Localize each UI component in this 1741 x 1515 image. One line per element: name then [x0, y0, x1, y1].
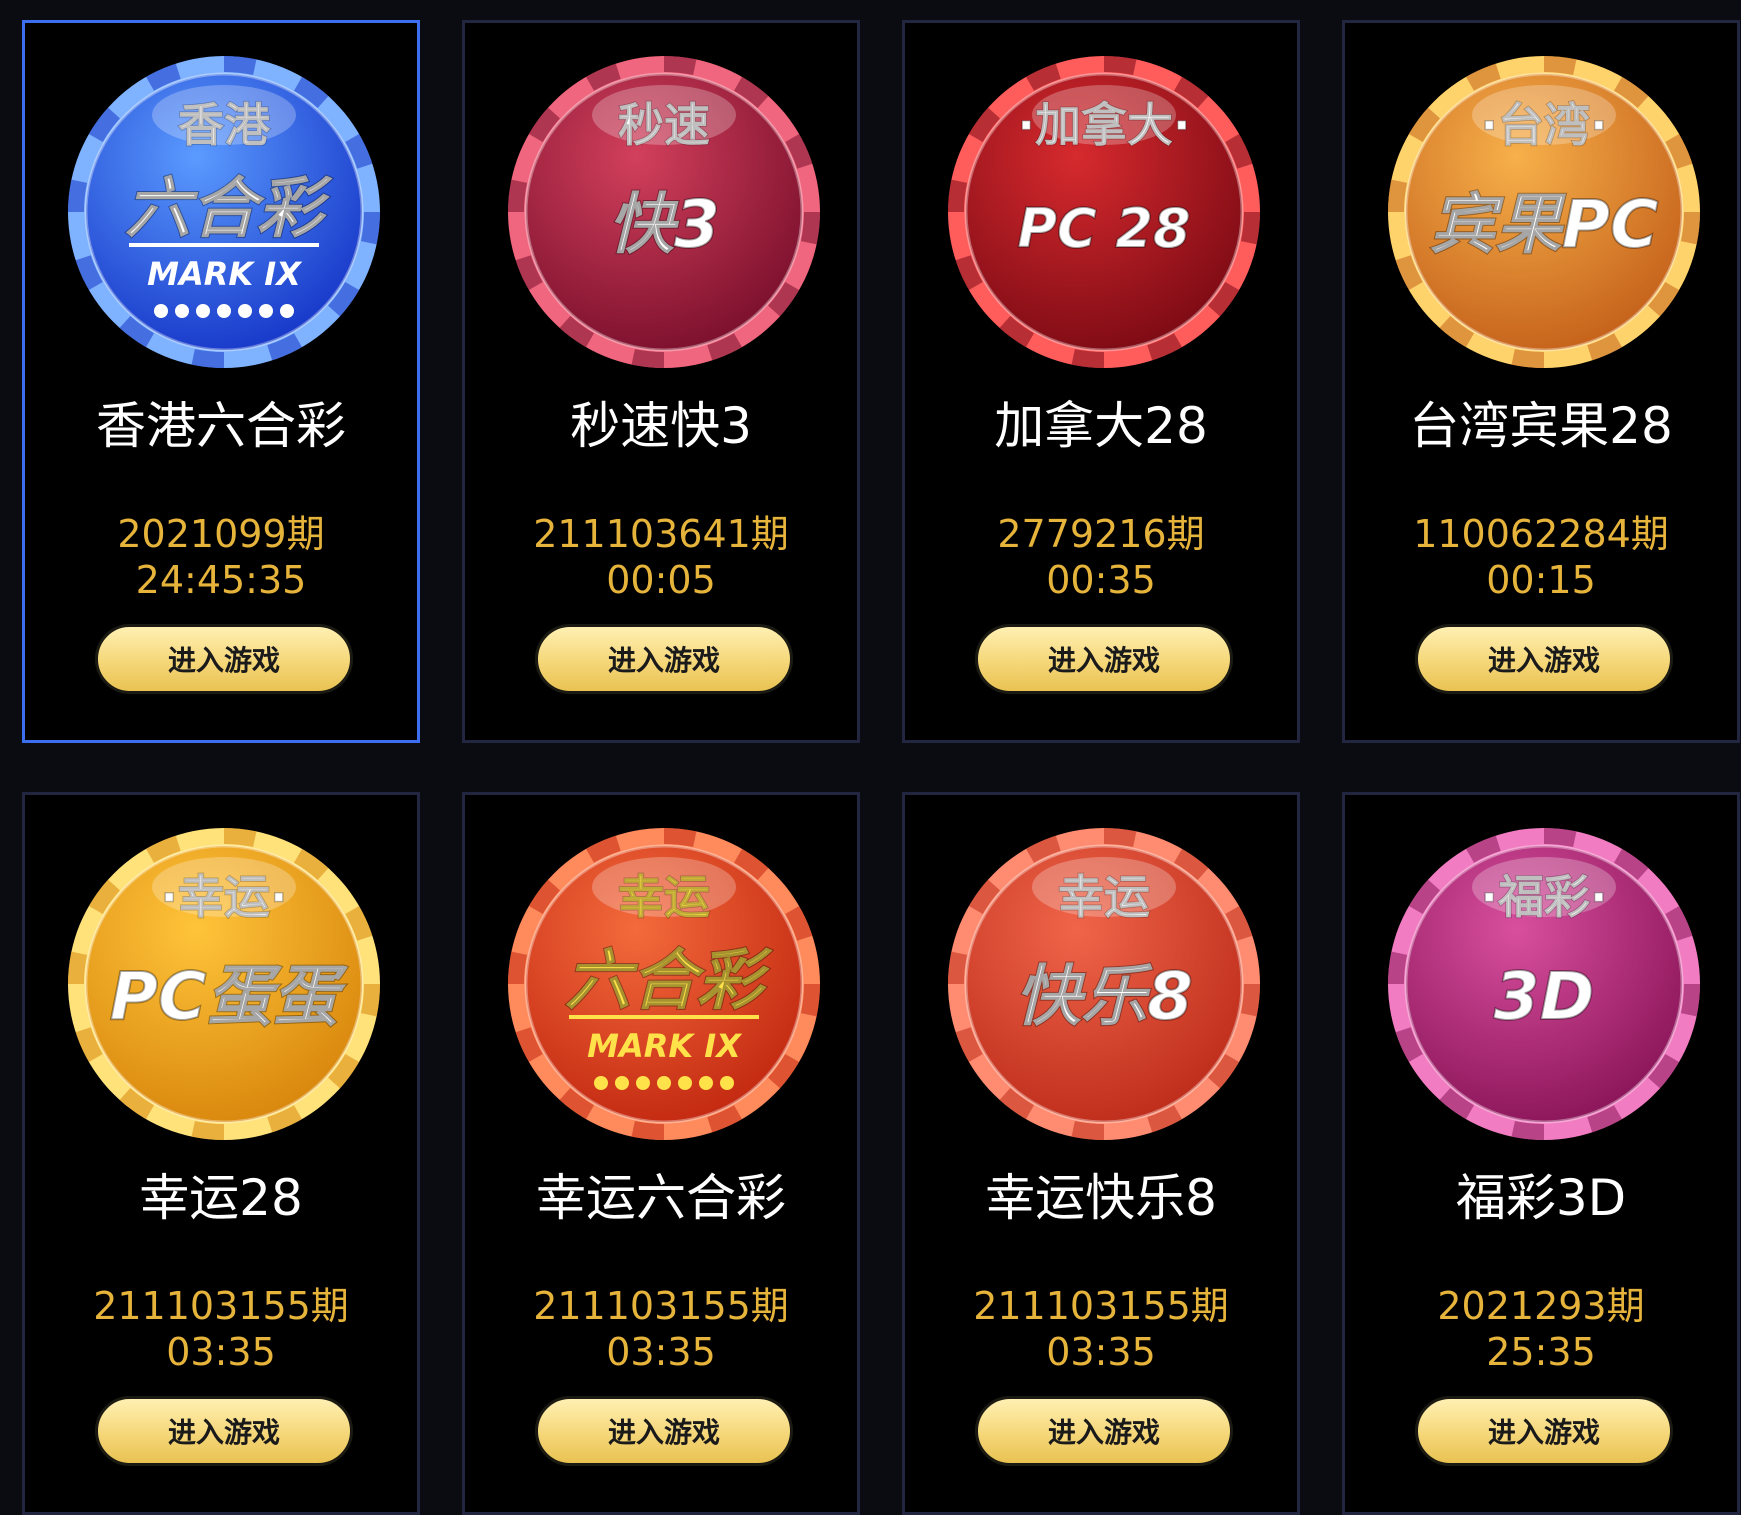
game-card[interactable]: ·加拿大· PC 28 加拿大28 2779216期 00:35 进入游戏	[902, 20, 1300, 743]
game-name: 秒速快3	[570, 397, 752, 455]
game-card[interactable]: ·福彩· 3D 福彩3D 2021293期 25:35 进入游戏	[1342, 792, 1740, 1515]
svg-text:秒速: 秒速	[618, 98, 710, 152]
canada-pc28-icon: ·加拿大· PC 28	[945, 53, 1263, 371]
speed-fast3-icon: 秒速快3	[505, 53, 823, 371]
countdown-timer: 00:05	[606, 558, 716, 602]
game-grid: 香港 六合彩 MARK IX 香港六合彩 2021099期 24:45:35 进入游…	[0, 0, 1741, 1515]
svg-text:香港: 香港	[178, 98, 271, 152]
issue-number: 2021099期	[117, 512, 325, 556]
issue-number: 110062284期	[1413, 512, 1669, 556]
svg-text:·福彩·: ·福彩·	[1481, 870, 1608, 924]
game-name: 幸运六合彩	[536, 1169, 786, 1227]
countdown-timer: 00:35	[1046, 558, 1156, 602]
issue-number: 2021293期	[1437, 1284, 1645, 1328]
game-card[interactable]: ·台湾· 宾果PC 台湾宾果28 110062284期 00:15 进入游戏	[1342, 20, 1740, 743]
svg-text:快乐8: 快乐8	[1015, 958, 1193, 1035]
game-name: 福彩3D	[1455, 1169, 1627, 1227]
game-card[interactable]: 幸运 六合彩 MARK IX 幸运六合彩 211103155期 03:35 进入游戏	[462, 792, 860, 1515]
game-card[interactable]: 幸运 快乐8 幸运快乐8 211103155期 03:35 进入游戏	[902, 792, 1300, 1515]
enter-game-button[interactable]: 进入游戏	[1415, 1396, 1673, 1466]
taiwan-bingo-pc-icon: ·台湾· 宾果PC	[1385, 53, 1703, 371]
svg-text:快3: 快3	[608, 186, 720, 263]
welfare-3d-icon: ·福彩· 3D	[1385, 825, 1703, 1143]
enter-game-button[interactable]: 进入游戏	[975, 1396, 1233, 1466]
countdown-timer: 00:15	[1486, 558, 1596, 602]
svg-text:宾果PC: 宾果PC	[1430, 186, 1659, 263]
game-name: 加拿大28	[994, 397, 1208, 455]
countdown-timer: 03:35	[606, 1330, 716, 1374]
hk-mark-six-icon: 香港六合彩 MARK IX	[65, 53, 383, 371]
svg-text:六合彩: 六合彩	[125, 170, 333, 247]
svg-text:·幸运·: ·幸运·	[161, 870, 288, 924]
game-card[interactable]: 秒速 快3 秒速快3 211103641期 00:05 进入游戏	[462, 20, 860, 743]
issue-number: 211103155期	[973, 1284, 1229, 1328]
svg-text:·加拿大·: ·加拿大·	[1018, 98, 1191, 152]
svg-text:·台湾·: ·台湾·	[1481, 98, 1608, 152]
countdown-timer: 03:35	[166, 1330, 276, 1374]
game-name: 幸运快乐8	[985, 1169, 1217, 1227]
countdown-timer: 25:35	[1486, 1330, 1596, 1374]
issue-number: 211103155期	[533, 1284, 789, 1328]
game-name: 台湾宾果28	[1409, 397, 1673, 455]
countdown-timer: 03:35	[1046, 1330, 1156, 1374]
enter-game-button[interactable]: 进入游戏	[975, 624, 1233, 694]
svg-text:幸运: 幸运	[1058, 870, 1150, 924]
game-name: 香港六合彩	[96, 397, 346, 455]
enter-game-button[interactable]: 进入游戏	[95, 1396, 353, 1466]
svg-text:3D: 3D	[1494, 958, 1595, 1035]
enter-game-button[interactable]: 进入游戏	[95, 624, 353, 694]
countdown-timer: 24:45:35	[135, 558, 307, 602]
game-card[interactable]: ·幸运· PC蛋蛋 幸运28 211103155期 03:35 进入游戏	[22, 792, 420, 1515]
enter-game-button[interactable]: 进入游戏	[535, 1396, 793, 1466]
lucky-mark-six-icon: 幸运六合彩 MARK IX	[505, 825, 823, 1143]
svg-text:MARK IX: MARK IX	[587, 1027, 742, 1065]
issue-number: 2779216期	[997, 512, 1205, 556]
svg-text:六合彩: 六合彩	[565, 942, 773, 1019]
svg-text:PC 28: PC 28	[1017, 197, 1190, 260]
svg-text:幸运: 幸运	[618, 870, 710, 924]
enter-game-button[interactable]: 进入游戏	[1415, 624, 1673, 694]
game-name: 幸运28	[139, 1169, 303, 1227]
lucky-pc-egg-icon: ·幸运· PC蛋蛋	[65, 825, 383, 1143]
svg-text:PC蛋蛋: PC蛋蛋	[110, 958, 349, 1035]
issue-number: 211103155期	[93, 1284, 349, 1328]
issue-number: 211103641期	[533, 512, 789, 556]
game-card[interactable]: 香港 六合彩 MARK IX 香港六合彩 2021099期 24:45:35 进入游…	[22, 20, 420, 743]
svg-text:MARK IX: MARK IX	[147, 255, 302, 293]
lucky-happy8-icon: 幸运快乐8	[945, 825, 1263, 1143]
enter-game-button[interactable]: 进入游戏	[535, 624, 793, 694]
